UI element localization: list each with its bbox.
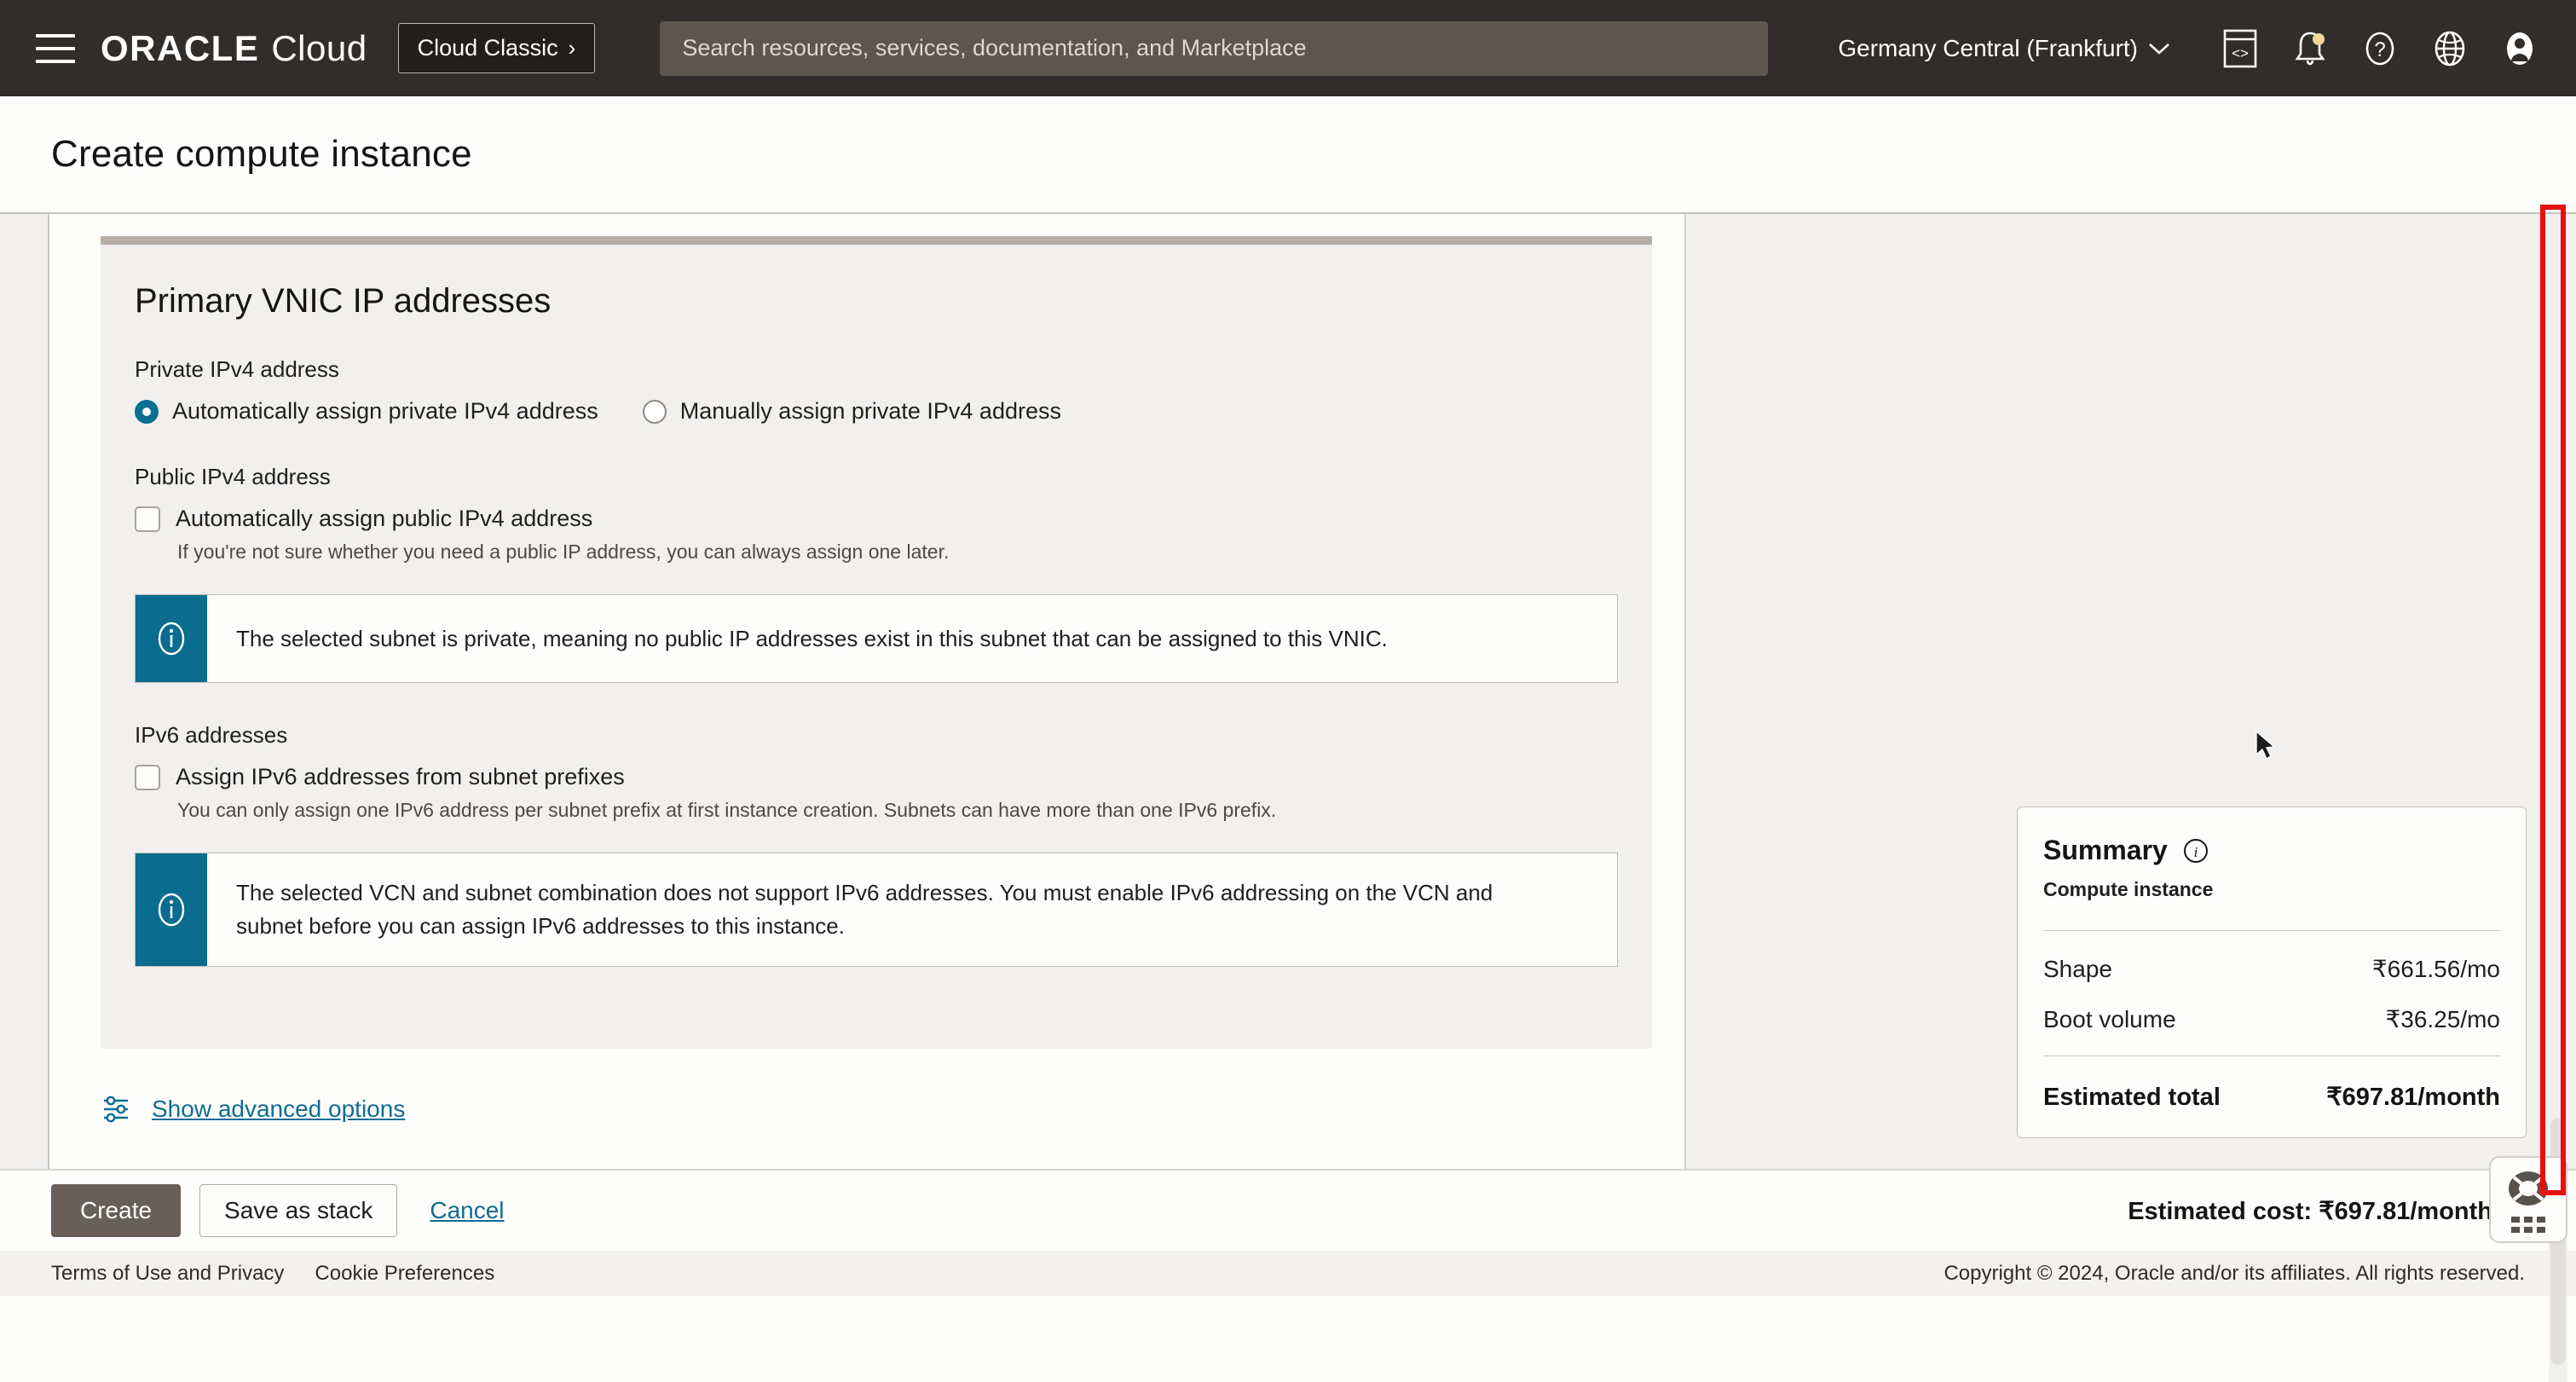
copyright-text: Copyright © 2024, Oracle and/or its affi… [1944, 1261, 2525, 1285]
summary-divider-top [2043, 930, 2500, 931]
summary-row-boot-volume: Boot volume ₹36.25/mo [2043, 1005, 2500, 1033]
show-advanced-options[interactable]: Show advanced options [101, 1093, 1684, 1125]
hamburger-line [36, 59, 75, 63]
svg-text:i: i [2193, 844, 2198, 860]
cloud-shell-icon[interactable]: <> [2220, 28, 2261, 69]
summary-row-value: ₹36.25/mo [2385, 1006, 2500, 1032]
hamburger-line [36, 33, 75, 38]
info-circle-icon[interactable]: i [2181, 836, 2210, 865]
svg-text:<>: <> [2232, 45, 2249, 61]
radio-indicator[interactable] [642, 399, 667, 424]
annotation-highlight-rectangle [2540, 205, 2566, 1195]
summary-title: Summary [2043, 835, 2168, 865]
ipv6-label: IPv6 addresses [135, 722, 288, 748]
radio-indicator[interactable] [135, 399, 159, 424]
summary-subtitle: Compute instance [2043, 878, 2214, 900]
global-search[interactable] [660, 20, 1769, 76]
checkbox-label: Assign IPv6 addresses from subnet prefix… [176, 764, 625, 789]
user-avatar-icon[interactable] [2499, 28, 2540, 69]
summary-title-row: Summary i [2043, 835, 2500, 866]
page-body: Primary VNIC IP addresses Private IPv4 a… [0, 214, 2576, 1382]
estimated-cost-toggle[interactable]: Estimated cost: ₹697.81/month [2128, 1196, 2525, 1226]
primary-vnic-card: Primary VNIC IP addresses Private IPv4 a… [101, 236, 1652, 1049]
hamburger-menu-icon[interactable] [36, 33, 75, 63]
summary-row-value: ₹661.56/mo [2371, 956, 2500, 982]
banner-message: The selected VCN and subnet combination … [236, 880, 1493, 939]
checkbox-assign-ipv6[interactable]: Assign IPv6 addresses from subnet prefix… [135, 764, 1618, 790]
banner-accent-bar [136, 853, 207, 966]
page-title: Create compute instance [51, 133, 472, 175]
svg-text:?: ? [2374, 38, 2385, 61]
summary-estimated-total: Estimated total ₹697.81/month [2043, 1082, 2500, 1112]
section-title: Primary VNIC IP addresses [135, 282, 552, 320]
private-ipv4-label: Private IPv4 address [135, 356, 339, 382]
show-advanced-options-link[interactable]: Show advanced options [152, 1096, 405, 1123]
public-ipv4-label: Public IPv4 address [135, 464, 331, 489]
form-column: Primary VNIC IP addresses Private IPv4 a… [49, 214, 1686, 1169]
summary-row-label: Shape [2043, 956, 2112, 982]
region-label: Germany Central (Frankfurt) [1838, 34, 2138, 61]
page-header: Create compute instance [0, 96, 2576, 214]
header-right-cluster: Germany Central (Frankfurt) <> ? [1838, 28, 2552, 69]
notifications-bell-icon[interactable] [2290, 28, 2331, 69]
checkbox-indicator[interactable] [135, 764, 160, 790]
oracle-wordmark: ORACLE [101, 27, 260, 68]
chevron-right-icon: › [568, 35, 576, 61]
radio-auto-private-ipv4[interactable]: Automatically assign private IPv4 addres… [135, 398, 598, 425]
ipv6-help-text: You can only assign one IPv6 address per… [177, 799, 1277, 821]
info-circle-icon [158, 622, 185, 656]
summary-row-shape: Shape ₹661.56/mo [2043, 955, 2500, 983]
estimated-cost-label: Estimated cost: ₹697.81/month [2128, 1197, 2492, 1225]
banner-accent-bar [136, 595, 207, 682]
summary-total-value: ₹697.81/month [2326, 1084, 2500, 1111]
summary-row-label: Boot volume [2043, 1006, 2176, 1032]
sliders-icon [104, 1096, 128, 1123]
info-banner-public-subnet: The selected subnet is private, meaning … [135, 594, 1618, 683]
summary-divider-bottom [2043, 1055, 2500, 1056]
left-rail [0, 214, 49, 1169]
terms-of-use-link[interactable]: Terms of Use and Privacy [51, 1262, 284, 1286]
hamburger-line [36, 46, 75, 50]
private-ipv4-radio-group: Automatically assign private IPv4 addres… [135, 398, 1618, 425]
create-button[interactable]: Create [51, 1184, 182, 1237]
save-as-stack-button[interactable]: Save as stack [199, 1184, 398, 1237]
cancel-link[interactable]: Cancel [430, 1197, 504, 1224]
public-ipv4-help-text: If you're not sure whether you need a pu… [177, 541, 950, 563]
cloud-classic-label: Cloud Classic [417, 35, 558, 61]
info-banner-ipv6-unsupported: The selected VCN and subnet combination … [135, 853, 1618, 967]
cloud-classic-button[interactable]: Cloud Classic › [397, 23, 596, 73]
global-header: ORACLE Cloud Cloud Classic › Germany Cen… [0, 0, 2576, 96]
page-footer: Terms of Use and Privacy Cookie Preferen… [0, 1251, 2576, 1296]
region-selector[interactable]: Germany Central (Frankfurt) [1838, 35, 2170, 62]
search-input[interactable] [682, 35, 1747, 61]
cookie-preferences-link[interactable]: Cookie Preferences [315, 1262, 494, 1286]
mouse-cursor [2255, 730, 2276, 760]
checkbox-indicator[interactable] [135, 506, 160, 532]
language-globe-icon[interactable] [2429, 28, 2470, 69]
help-question-icon[interactable]: ? [2359, 28, 2400, 69]
drag-grip-icon[interactable] [2511, 1216, 2545, 1233]
chevron-down-icon [2149, 43, 2169, 55]
info-circle-icon [158, 893, 185, 927]
radio-manual-private-ipv4[interactable]: Manually assign private IPv4 address [642, 398, 1061, 425]
checkbox-label: Automatically assign public IPv4 address [176, 506, 593, 531]
form-action-bar: Create Save as stack Cancel Estimated co… [0, 1169, 2576, 1251]
checkbox-auto-public-ipv4[interactable]: Automatically assign public IPv4 address [135, 506, 1618, 532]
cloud-wordmark: Cloud [271, 27, 367, 68]
radio-label: Manually assign private IPv4 address [679, 398, 1061, 424]
summary-column: Summary i Compute instance Shape ₹661.56… [1686, 214, 2576, 1243]
summary-card: Summary i Compute instance Shape ₹661.56… [2017, 807, 2527, 1138]
banner-message: The selected subnet is private, meaning … [236, 625, 1388, 651]
summary-total-label: Estimated total [2043, 1084, 2221, 1111]
oracle-cloud-logo[interactable]: ORACLE Cloud [101, 28, 367, 69]
radio-label: Automatically assign private IPv4 addres… [172, 398, 598, 424]
